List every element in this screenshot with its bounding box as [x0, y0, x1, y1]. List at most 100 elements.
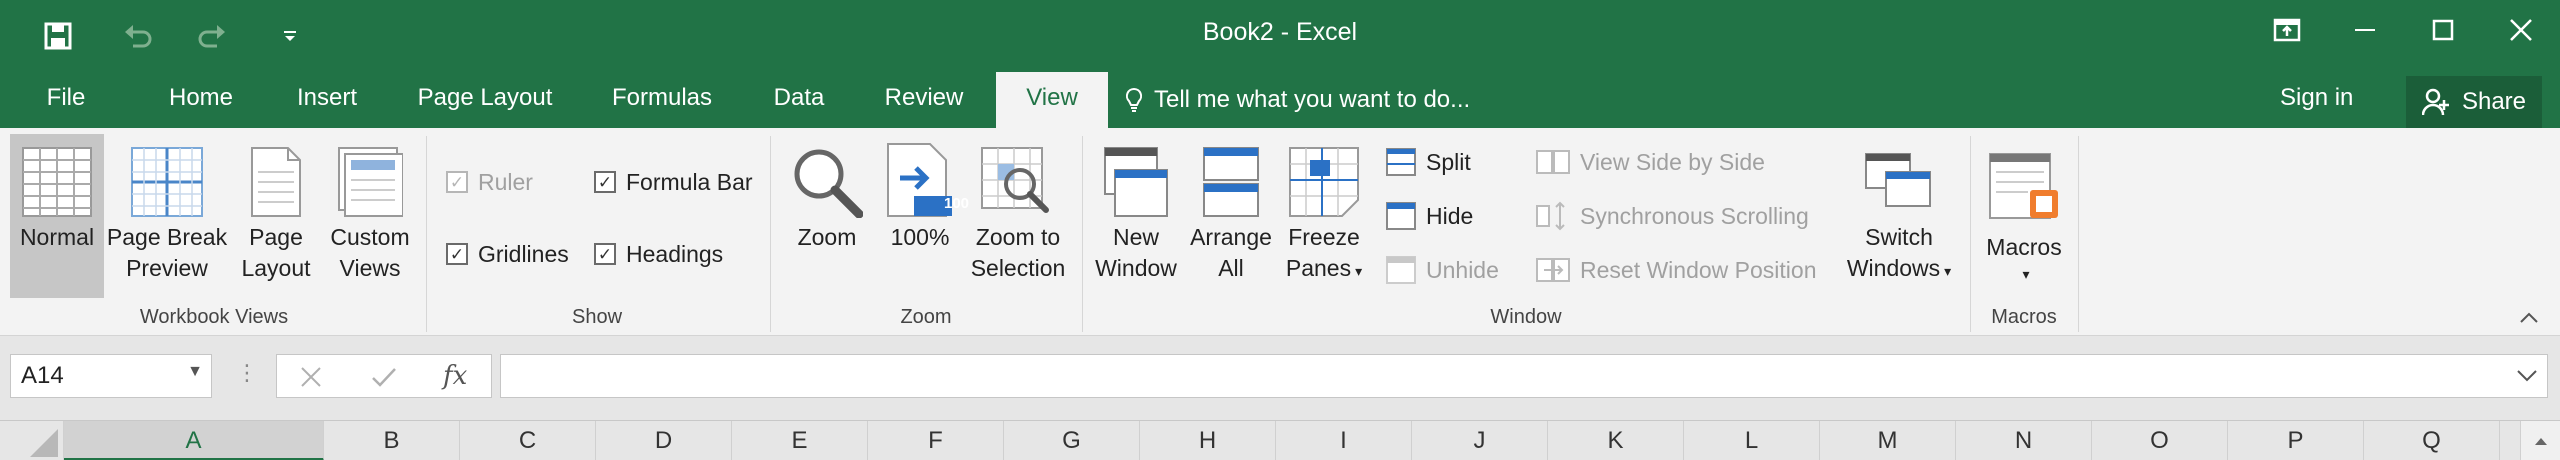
unhide-button[interactable]: Unhide: [1386, 250, 1499, 290]
freeze-panes-button[interactable]: Freeze Panes ▾: [1278, 134, 1370, 298]
column-header-q[interactable]: Q: [2364, 421, 2500, 460]
chevron-down-icon[interactable]: ▼: [187, 363, 203, 381]
chevron-down-icon: ▾: [2022, 266, 2030, 282]
column-header-e[interactable]: E: [732, 421, 868, 460]
column-header-a[interactable]: A: [64, 421, 324, 460]
reset-window-position-button[interactable]: Reset Window Position: [1536, 250, 1817, 290]
scroll-up-button[interactable]: [2520, 421, 2560, 460]
group-separator: [1970, 136, 1971, 332]
share-label: Share: [2461, 88, 2527, 115]
insert-function-button[interactable]: fx: [443, 361, 467, 391]
group-label-show: Show: [571, 306, 623, 328]
page-layout-view-button[interactable]: Page Layout: [234, 134, 318, 298]
freeze-panes-icon: [1289, 147, 1359, 217]
share-button[interactable]: Share: [2406, 76, 2542, 128]
column-header-c[interactable]: C: [460, 421, 596, 460]
chevron-down-icon: ▾: [1944, 263, 1952, 279]
ribbon-display-icon: [2273, 18, 2301, 42]
arrange-all-button[interactable]: Arrange All: [1186, 134, 1276, 298]
split-icon: [1386, 148, 1416, 176]
formula-input[interactable]: [500, 354, 2548, 398]
view-side-by-side-button[interactable]: View Side by Side: [1536, 142, 1765, 182]
formula-bar-grip-icon[interactable]: ⋮: [236, 360, 258, 386]
side-by-side-icon: [1536, 150, 1570, 174]
share-person-icon: [2421, 88, 2449, 116]
sync-scroll-icon: [1536, 201, 1565, 231]
hide-window-icon: [1386, 202, 1416, 230]
collapse-ribbon-button[interactable]: [2514, 304, 2544, 332]
column-header-k[interactable]: K: [1548, 421, 1684, 460]
tab-page-layout[interactable]: Page Layout: [410, 72, 560, 128]
sign-in-link[interactable]: Sign in: [2280, 72, 2353, 128]
custom-views-icon: [338, 147, 403, 217]
zoom-to-selection-button[interactable]: Zoom to Selection: [966, 134, 1070, 298]
ribbon-view: Normal Page Break Preview Page Layout Cu…: [0, 128, 2560, 336]
ribbon-display-options-button[interactable]: [2248, 0, 2326, 60]
formula-bar: A14 ▼ ⋮ fx: [0, 336, 2560, 420]
zoom-button[interactable]: Zoom: [784, 134, 870, 298]
column-header-l[interactable]: L: [1684, 421, 1820, 460]
tab-data[interactable]: Data: [764, 72, 834, 128]
scroll-up-arrow-icon: [2534, 438, 2547, 445]
column-header-i[interactable]: I: [1276, 421, 1412, 460]
column-header-o[interactable]: O: [2092, 421, 2228, 460]
select-all-button[interactable]: [0, 421, 64, 460]
column-header-d[interactable]: D: [596, 421, 732, 460]
column-header-m[interactable]: M: [1820, 421, 1956, 460]
tab-review[interactable]: Review: [876, 72, 972, 128]
normal-view-button[interactable]: Normal: [10, 134, 104, 298]
column-header-j[interactable]: J: [1412, 421, 1548, 460]
close-icon: [2510, 19, 2532, 41]
close-window-button[interactable]: [2482, 0, 2560, 60]
hide-button[interactable]: Hide: [1386, 196, 1473, 236]
excel-window: Book2 - Excel File Home Insert Page Layo…: [0, 0, 2560, 460]
column-header-f[interactable]: F: [868, 421, 1004, 460]
column-headers: A B C D E F G H I J K L M N O P Q: [0, 420, 2560, 460]
ruler-checkbox[interactable]: ✓ Ruler: [446, 162, 533, 202]
chevron-down-icon: ▾: [1355, 263, 1363, 279]
column-header-n[interactable]: N: [1956, 421, 2092, 460]
zoom-100-button[interactable]: 100 100%: [874, 134, 969, 298]
column-header-b[interactable]: B: [324, 421, 460, 460]
macros-button[interactable]: Macros ▾: [1978, 134, 2070, 298]
new-window-button[interactable]: New Window: [1090, 134, 1182, 298]
split-button[interactable]: Split: [1386, 142, 1471, 182]
column-header-p[interactable]: P: [2228, 421, 2364, 460]
group-separator: [1082, 136, 1083, 332]
gridlines-checkbox[interactable]: ✓ Gridlines: [446, 234, 569, 274]
formula-bar-checkbox[interactable]: ✓ Formula Bar: [594, 162, 753, 202]
column-header-g[interactable]: G: [1004, 421, 1140, 460]
new-window-icon: [1104, 147, 1168, 217]
tell-me-search[interactable]: Tell me what you want to do...: [1124, 72, 1470, 128]
select-all-triangle-icon: [30, 429, 58, 457]
tab-insert[interactable]: Insert: [282, 72, 372, 128]
group-separator: [770, 136, 771, 332]
magnifier-icon: [794, 149, 863, 218]
tab-home[interactable]: Home: [156, 72, 246, 128]
group-label-workbook-views: Workbook Views: [139, 306, 289, 328]
zoom-selection-icon: [981, 147, 1049, 213]
lightbulb-icon: [1125, 87, 1143, 112]
checkmark-icon: ✓: [594, 243, 616, 265]
custom-views-button[interactable]: Custom Views: [322, 134, 418, 298]
enter-check-icon[interactable]: [371, 365, 397, 389]
tab-file[interactable]: File: [26, 72, 106, 128]
group-label-window: Window: [1490, 306, 1562, 328]
group-separator: [2078, 136, 2079, 332]
column-header-h[interactable]: H: [1140, 421, 1276, 460]
expand-formula-bar-icon[interactable]: [2515, 363, 2539, 387]
page-break-preview-button[interactable]: Page Break Preview: [106, 134, 228, 298]
page-break-preview-icon: [131, 147, 203, 217]
synchronous-scrolling-button[interactable]: Synchronous Scrolling: [1536, 196, 1809, 236]
switch-windows-button[interactable]: Switch Windows ▾: [1840, 134, 1958, 298]
cancel-icon[interactable]: [299, 365, 323, 389]
headings-checkbox[interactable]: ✓ Headings: [594, 234, 723, 274]
checkmark-icon: ✓: [594, 171, 616, 193]
minimize-button[interactable]: [2326, 0, 2404, 60]
maximize-button[interactable]: [2404, 0, 2482, 60]
tab-view[interactable]: View: [996, 72, 1108, 128]
normal-view-icon: [22, 147, 92, 217]
name-box[interactable]: A14 ▼: [10, 354, 212, 398]
window-title: Book2 - Excel: [1202, 18, 1358, 46]
tab-formulas[interactable]: Formulas: [604, 72, 720, 128]
